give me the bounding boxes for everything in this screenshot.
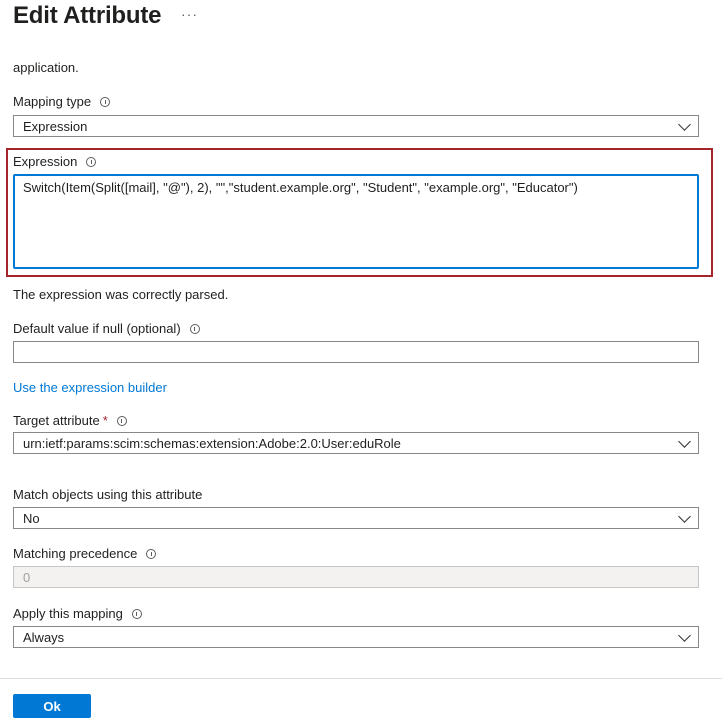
more-options-button[interactable]: ··· xyxy=(181,6,198,22)
info-icon[interactable] xyxy=(146,548,157,559)
match-objects-dropdown[interactable]: No xyxy=(13,507,699,529)
mapping-type-dropdown[interactable]: Expression xyxy=(13,115,699,137)
chevron-down-icon xyxy=(678,510,691,523)
matching-precedence-label-text: Matching precedence xyxy=(13,546,138,561)
expression-builder-link[interactable]: Use the expression builder xyxy=(13,380,167,395)
apply-mapping-label: Apply this mapping xyxy=(13,606,142,621)
info-icon[interactable] xyxy=(86,156,97,167)
info-icon[interactable] xyxy=(116,415,127,426)
info-icon[interactable] xyxy=(100,96,111,107)
chevron-down-icon xyxy=(678,118,691,131)
info-icon[interactable] xyxy=(131,608,142,619)
match-objects-label-text: Match objects using this attribute xyxy=(13,487,203,502)
expression-label-text: Expression xyxy=(13,154,78,169)
chevron-down-icon xyxy=(678,629,691,642)
info-icon[interactable] xyxy=(189,323,200,334)
mapping-type-label-text: Mapping type xyxy=(13,94,92,109)
intro-text: application. xyxy=(13,60,79,75)
target-attribute-label: Target attribute * xyxy=(13,413,127,428)
match-objects-value: No xyxy=(23,510,40,526)
match-objects-label: Match objects using this attribute xyxy=(13,487,202,502)
matching-precedence-input: 0 xyxy=(13,566,699,588)
matching-precedence-label: Matching precedence xyxy=(13,546,157,561)
apply-mapping-dropdown[interactable]: Always xyxy=(13,626,699,648)
mapping-type-label: Mapping type xyxy=(13,94,111,109)
required-marker: * xyxy=(102,413,108,428)
target-attribute-value: urn:ietf:params:scim:schemas:extension:A… xyxy=(23,435,401,451)
apply-mapping-value: Always xyxy=(23,629,65,645)
default-value-label-text: Default value if null (optional) xyxy=(13,321,181,336)
apply-mapping-label-text: Apply this mapping xyxy=(13,606,123,621)
expression-textarea[interactable]: Switch(Item(Split([mail], "@"), 2), "","… xyxy=(13,174,699,269)
default-value-label: Default value if null (optional) xyxy=(13,321,200,336)
target-attribute-dropdown[interactable]: urn:ietf:params:scim:schemas:extension:A… xyxy=(13,432,699,454)
page-title: Edit Attribute xyxy=(13,2,162,29)
target-attribute-label-text: Target attribute xyxy=(13,413,100,428)
default-value-input[interactable] xyxy=(13,341,699,363)
expression-label: Expression xyxy=(13,154,97,169)
chevron-down-icon xyxy=(678,435,691,448)
ok-button[interactable]: Ok xyxy=(13,694,91,718)
footer-divider xyxy=(0,678,722,679)
expression-status: The expression was correctly parsed. xyxy=(13,287,229,302)
mapping-type-value: Expression xyxy=(23,118,88,134)
